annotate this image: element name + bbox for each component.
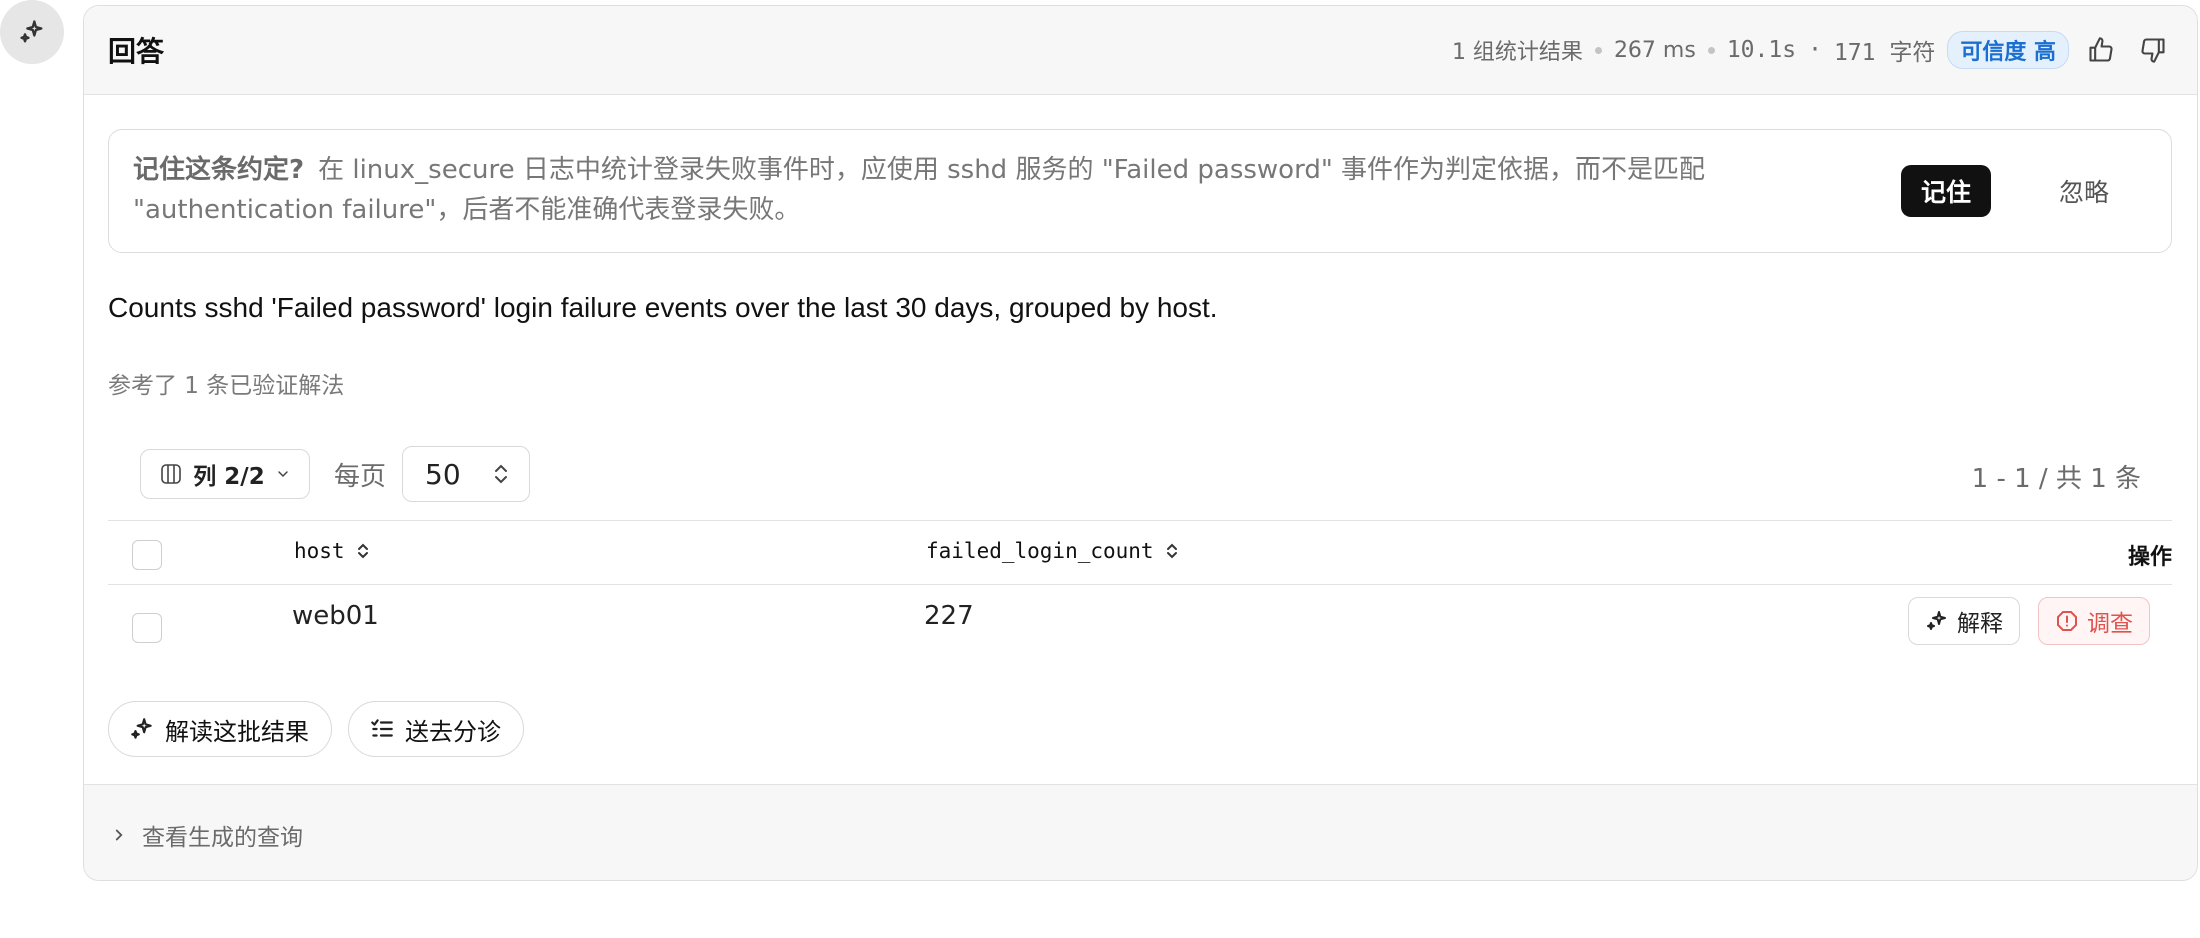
meta-separator-dot [1594,46,1602,54]
generation-time: 10.1s [1726,37,1797,63]
query-duration: 267 ms [1613,37,1696,63]
result-actions: 解读这批结果 送去分诊 [108,701,524,757]
chevron-down-icon [277,471,288,478]
assistant-avatar [0,0,64,64]
thumbs-down-button[interactable] [2133,30,2173,70]
sparkle-icon [131,718,152,739]
result-meta: 1 组统计结果 267 ms 10.1s · 171 字符 可信度 高 [1452,30,2173,70]
page-size-value: 50 [425,457,461,491]
interpret-results-button[interactable]: 解读这批结果 [108,701,332,757]
meta-separator-dot [1707,46,1715,54]
table-header-row: host failed_login_count 操作 [108,520,2172,584]
send-to-triage-button[interactable]: 送去分诊 [348,701,524,757]
columns-button[interactable]: 列 2/2 [140,449,310,499]
row-checkbox[interactable] [132,613,162,643]
explain-label: 解释 [1957,611,2003,637]
card-header: 回答 1 组统计结果 267 ms 10.1s · 171 字符 可信度 高 [84,6,2197,95]
investigate-label: 调查 [2087,611,2133,637]
column-header-failed-login-count[interactable]: failed_login_count [926,539,1180,563]
sparkle-icon [20,20,43,43]
table-row: web01 227 解释 调查 [108,584,2172,664]
investigate-button[interactable]: 调查 [2038,597,2150,645]
result-count: 1 组统计结果 [1451,40,1583,65]
table-toolbar: 列 2/2 每页 50 [140,446,531,502]
generated-query-toggle[interactable]: 查看生成的查询 [84,784,2197,880]
confidence-badge: 可信度 高 [1947,31,2069,69]
cell-host: web01 [292,601,379,631]
select-all-checkbox[interactable] [132,540,162,570]
up-down-chevron-icon [495,464,508,484]
column-header-label: host [294,539,345,563]
alert-circle-icon [2057,611,2077,631]
column-header-host[interactable]: host [294,539,371,563]
explain-button[interactable]: 解释 [1908,597,2020,645]
thumbs-up-icon [2089,37,2113,62]
columns-icon [161,464,182,484]
suggestion-question: 记住这条约定? [133,155,305,185]
cell-failed-login-count: 227 [924,601,974,631]
reference-note: 参考了 1 条已验证解法 [108,373,345,399]
generated-query-label: 查看生成的查询 [142,824,303,851]
ignore-button[interactable]: 忽略 [2039,165,2129,217]
convention-suggestion: 记住这条约定? 在 linux_secure 日志中统计登录失败事件时，应使用 s… [108,129,2172,253]
send-to-triage-label: 送去分诊 [405,717,501,746]
remember-button[interactable]: 记住 [1901,165,1991,217]
suggestion-body: 在 linux_secure 日志中统计登录失败事件时，应使用 sshd 服务的… [133,155,1706,225]
column-header-label: failed_login_count [926,539,1154,563]
per-page-label: 每页 [334,461,387,492]
card-title: 回答 [108,35,165,68]
sort-icon [357,543,368,559]
meta-separator: · [1808,37,1822,63]
results-table: host failed_login_count 操作 web01 227 解释 … [108,520,2172,664]
column-header-actions: 操作 [2127,545,2172,570]
chevron-right-icon [115,829,123,840]
answer-card: 回答 1 组统计结果 267 ms 10.1s · 171 字符 可信度 高 记… [83,5,2198,881]
checklist-icon [371,719,393,737]
suggestion-text: 记住这条约定? 在 linux_secure 日志中统计登录失败事件时，应使用 s… [133,150,1823,230]
pagination-info: 1 - 1 / 共 1 条 [1971,464,2141,494]
interpret-results-label: 解读这批结果 [165,717,309,746]
character-count: 171 字符 [1833,40,1936,66]
thumbs-up-button[interactable] [2081,30,2121,70]
columns-label: 列 2/2 [193,464,265,490]
query-description: Counts sshd 'Failed password' login fail… [108,292,1218,323]
page-size-select[interactable]: 50 [402,446,531,502]
sparkle-icon [1927,611,1946,630]
sort-icon [1166,543,1177,559]
thumbs-down-icon [2141,38,2165,63]
